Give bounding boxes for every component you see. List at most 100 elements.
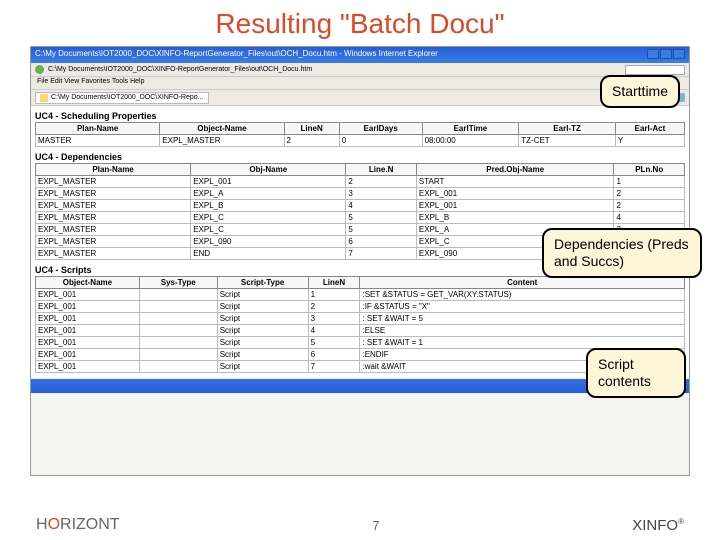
table-cell: Script [217, 325, 308, 337]
column-header: EarlTime [422, 123, 519, 135]
column-header: Earl-Act [615, 123, 684, 135]
column-header: Plan-Name [36, 123, 160, 135]
table-cell: :IF &STATUS = "X" [360, 301, 685, 313]
table-cell: START [416, 176, 614, 188]
column-header: LineN [284, 123, 339, 135]
table-cell: 4 [614, 212, 685, 224]
column-header: Sys-Type [139, 277, 217, 289]
table-cell: 5 [308, 337, 360, 349]
table-cell: EXPL_001 [36, 349, 140, 361]
column-header: Line.N [346, 164, 417, 176]
search-box [625, 65, 685, 75]
table-cell: Y [615, 135, 684, 147]
table-cell: Script [217, 349, 308, 361]
table-row: EXPL_MASTEREXPL_A3EXPL_0012 [36, 188, 685, 200]
table-cell: 2 [284, 135, 339, 147]
table-cell: 1 [614, 176, 685, 188]
column-header: Object-Name [160, 123, 284, 135]
table-cell: 5 [346, 224, 417, 236]
table-row: EXPL_001Script4:ELSE [36, 325, 685, 337]
table-cell: 4 [308, 325, 360, 337]
table-cell: EXPL_MASTER [36, 224, 191, 236]
section-scheduling: UC4 - Scheduling Properties [35, 108, 685, 122]
table-cell: EXPL_B [416, 212, 614, 224]
browser-tab: C:\My Documents\IOT2000_DOC\XINFO-Repo..… [35, 92, 209, 104]
table-cell: EXPL_MASTER [36, 248, 191, 260]
table-cell: 3 [346, 188, 417, 200]
table-cell: TZ-CET [519, 135, 616, 147]
browser-tabs: C:\My Documents\IOT2000_DOC\XINFO-Repo..… [31, 90, 689, 106]
table-row: EXPL_MASTEREXPL_B4EXPL_0012 [36, 200, 685, 212]
table-cell: END [191, 248, 346, 260]
column-header: PLn.No [614, 164, 685, 176]
browser-titlebar: C:\My Documents\IOT2000_DOC\XINFO-Report… [31, 47, 689, 63]
table-cell: 6 [346, 236, 417, 248]
slide-title: Resulting "Batch Docu" [0, 0, 720, 46]
table-cell: EXPL_001 [36, 313, 140, 325]
address-text: C:\My Documents\IOT2000_DOC\XINFO-Report… [48, 66, 312, 73]
table-scheduling: Plan-NameObject-NameLineNEarlDaysEarlTim… [35, 122, 685, 147]
browser-address-bar: C:\My Documents\IOT2000_DOC\XINFO-Report… [31, 63, 689, 77]
table-cell [139, 337, 217, 349]
table-cell: EXPL_001 [416, 200, 614, 212]
column-header: Object-Name [36, 277, 140, 289]
table-cell: EXPL_001 [36, 325, 140, 337]
table-cell: 7 [346, 248, 417, 260]
table-cell: 0 [339, 135, 422, 147]
table-cell: EXPL_001 [36, 289, 140, 301]
table-cell: EXPL_MASTER [36, 176, 191, 188]
table-cell [139, 301, 217, 313]
logo-xinfo: XINFO® [632, 517, 684, 534]
table-row: EXPL_001Script1:SET &STATUS = GET_VAR(XY… [36, 289, 685, 301]
table-cell: 3 [308, 313, 360, 325]
column-header: EarlDays [339, 123, 422, 135]
table-cell: : SET &WAIT = 5 [360, 313, 685, 325]
table-cell: 5 [346, 212, 417, 224]
section-dependencies: UC4 - Dependencies [35, 149, 685, 163]
table-cell: EXPL_MASTER [36, 236, 191, 248]
tab-label: C:\My Documents\IOT2000_DOC\XINFO-Repo..… [51, 94, 204, 101]
table-row: EXPL_001 Script3: SET &WAIT = 5 [36, 313, 685, 325]
table-cell: Script [217, 313, 308, 325]
callout-starttime: Starttime [600, 75, 680, 108]
table-row: MASTEREXPL_MASTER2008:00:00TZ-CETY [36, 135, 685, 147]
table-cell: EXPL_MASTER [36, 200, 191, 212]
table-row: EXPL_MASTEREXPL_C5EXPL_B4 [36, 212, 685, 224]
table-cell: EXPL_C [191, 224, 346, 236]
table-cell [139, 361, 217, 373]
table-row: EXPL_MASTEREXPL_0012START1 [36, 176, 685, 188]
table-cell: EXPL_001 [36, 361, 140, 373]
table-cell: 2 [308, 301, 360, 313]
page-icon [40, 94, 48, 102]
table-cell: EXPL_001 [36, 301, 140, 313]
column-header: Earl-TZ [519, 123, 616, 135]
table-cell: EXPL_B [191, 200, 346, 212]
table-cell: Script [217, 337, 308, 349]
table-cell: Script [217, 301, 308, 313]
column-header: Script-Type [217, 277, 308, 289]
table-cell [139, 349, 217, 361]
column-header: Content [360, 277, 685, 289]
column-header: LineN [308, 277, 360, 289]
callout-dependencies: Dependencies (Preds and Succs) [542, 228, 702, 278]
column-header: Plan-Name [36, 164, 191, 176]
table-cell: EXPL_MASTER [36, 188, 191, 200]
logo-horizont: HORIZONT [36, 516, 120, 534]
table-cell: Script [217, 361, 308, 373]
table-cell: :SET &STATUS = GET_VAR(XY.STATUS) [360, 289, 685, 301]
callout-script: Script contents [586, 348, 686, 398]
table-cell [139, 313, 217, 325]
page-number: 7 [372, 518, 379, 533]
slide-footer: HORIZONT 7 XINFO® [0, 516, 720, 534]
table-cell [139, 325, 217, 337]
table-cell: 7 [308, 361, 360, 373]
table-cell: EXPL_MASTER [36, 212, 191, 224]
table-row: EXPL_001 Script2:IF &STATUS = "X" [36, 301, 685, 313]
window-buttons [647, 49, 685, 61]
table-cell: 6 [308, 349, 360, 361]
globe-icon [35, 65, 44, 74]
table-cell: 1 [308, 289, 360, 301]
table-cell: EXPL_090 [191, 236, 346, 248]
column-header: Obj-Name [191, 164, 346, 176]
window-title: C:\My Documents\IOT2000_DOC\XINFO-Report… [35, 49, 438, 61]
